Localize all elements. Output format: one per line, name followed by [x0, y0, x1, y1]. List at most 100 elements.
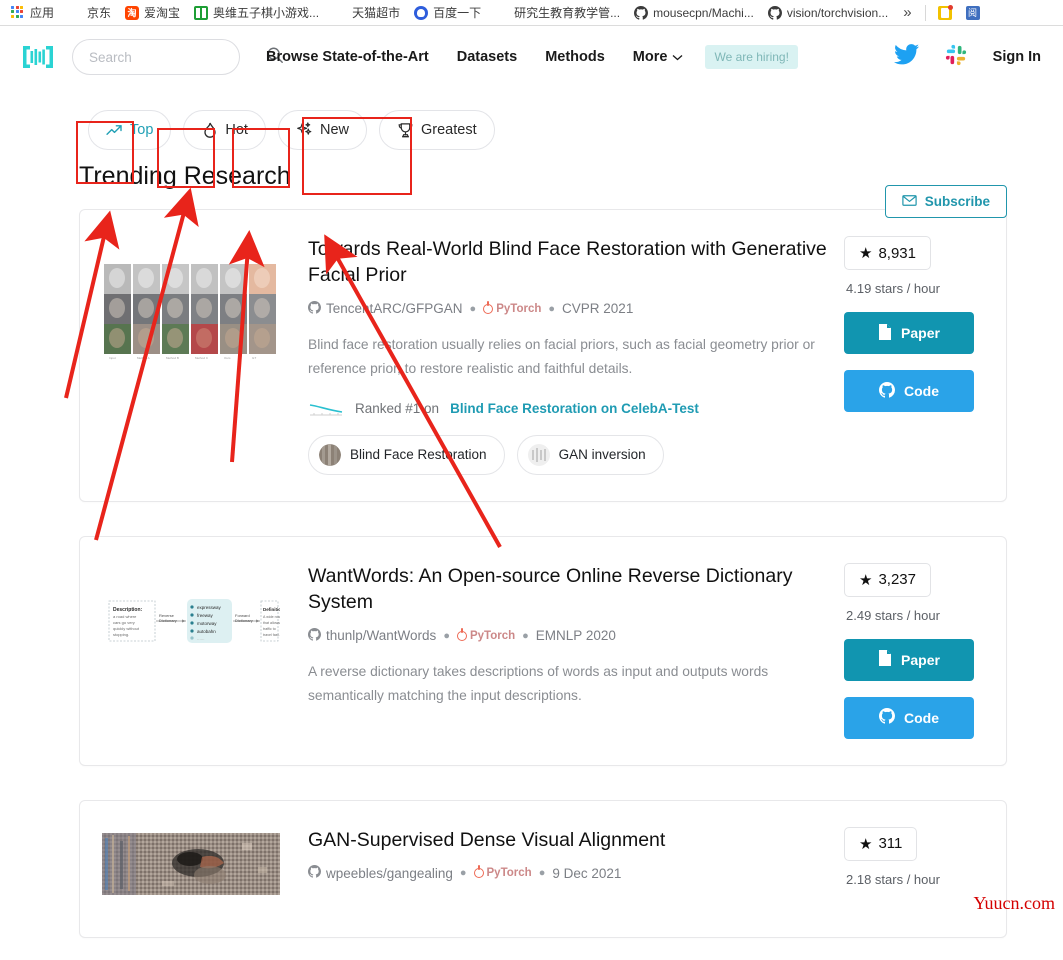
search-input[interactable]: [89, 49, 266, 65]
document-icon: [878, 323, 892, 343]
cn-extension-icon: 阅: [965, 5, 980, 20]
paper-button[interactable]: Paper: [844, 638, 974, 681]
tab-label: Top: [130, 122, 154, 138]
paper-card[interactable]: Input Method A Method B Method C Ours GT Tow…: [79, 209, 1007, 502]
github-icon: [767, 5, 782, 20]
document-icon: [878, 650, 892, 669]
paper-card[interactable]: Description: a road where cars go very q…: [79, 535, 1007, 766]
bookmark-edu[interactable]: 研究生教育教学管...: [488, 2, 627, 23]
tab-hot[interactable]: Hot: [183, 110, 266, 150]
code-button[interactable]: Code: [844, 370, 974, 412]
paper-actions: ★ 3,237 2.49 stars / hour Paper Code: [844, 562, 982, 739]
stars-badge[interactable]: ★ 8,931: [844, 236, 931, 270]
svg-text:Description:: Description:: [113, 607, 143, 613]
slack-icon[interactable]: [945, 44, 967, 71]
bookmark-taobao[interactable]: 淘 爱淘宝: [118, 2, 187, 23]
venue: EMNLP 2020: [535, 628, 616, 644]
twitter-icon[interactable]: [893, 44, 919, 70]
paper-thumbnail: [102, 832, 280, 895]
star-icon: ★: [859, 245, 873, 262]
github-icon: [879, 708, 895, 727]
paper-abstract: A reverse dictionary takes descriptions …: [308, 663, 769, 703]
page-root: 应用 京东 淘 爱淘宝 奥维五子棋小游戏... 天猫超市 百度一下 研究生教育教…: [0, 0, 1063, 960]
filter-tabs: Top Hot New Greatest: [0, 108, 1063, 152]
paper-title[interactable]: WantWords: An Open-source Online Reverse…: [308, 563, 830, 616]
bookmark-label: 爱淘宝: [144, 6, 181, 20]
framework-name: PyTorch: [469, 629, 516, 642]
paper-tags: Blind Face Restoration GAN inversion: [308, 434, 830, 475]
pytorch-icon: [473, 865, 484, 879]
nav-more[interactable]: More: [633, 49, 684, 65]
paper-body: Towards Real-World Blind Face Restoratio…: [308, 236, 844, 475]
meta-separator: ●: [469, 302, 477, 315]
tab-new[interactable]: New: [277, 110, 367, 150]
bookmark-label: vision/torchvision...: [786, 5, 889, 20]
framework-badge: PyTorch: [456, 627, 516, 642]
svg-text:Input: Input: [109, 356, 116, 360]
green-square-icon: [194, 5, 209, 20]
reading-list-button[interactable]: [931, 4, 959, 22]
tab-greatest[interactable]: Greatest: [378, 110, 495, 150]
svg-text:expressway: expressway: [197, 605, 222, 610]
reading-list-icon: [937, 4, 953, 20]
hiring-badge[interactable]: We are hiring!: [705, 45, 798, 69]
bookmark-tmall[interactable]: 天猫超市: [326, 2, 407, 23]
taobao-icon: 淘: [125, 5, 140, 20]
paper-title[interactable]: Towards Real-World Blind Face Restoratio…: [308, 236, 830, 289]
paper-ranking: Ranked #1 on Blind Face Restoration on C…: [308, 401, 830, 417]
repo-link[interactable]: TencentARC/GFPGAN: [308, 300, 463, 317]
flame-icon: [201, 122, 218, 139]
paper-button[interactable]: Paper: [844, 312, 974, 354]
bookmark-apps[interactable]: 应用: [4, 2, 61, 23]
subscribe-button[interactable]: Subscribe: [884, 185, 1007, 218]
repo-link[interactable]: wpeebles/gangealing: [308, 865, 453, 881]
bookmark-mousecpn[interactable]: mousecpn/Machi...: [627, 4, 761, 22]
svg-text:......: ......: [197, 636, 205, 641]
meta-separator: ●: [522, 629, 529, 642]
sign-in-link[interactable]: Sign In: [993, 49, 1041, 65]
stars-badge[interactable]: ★ 311: [844, 826, 918, 861]
rank-benchmark-link[interactable]: Blind Face Restoration on CelebA-Test: [450, 401, 699, 416]
stars-rate: 4.19 stars / hour: [846, 281, 940, 296]
paper-card[interactable]: GAN-Supervised Dense Visual Alignment wp…: [79, 799, 1007, 939]
nav-browse-sota[interactable]: Browse State-of-the-Art: [266, 49, 429, 65]
texture-mosaic-icon: [102, 832, 280, 895]
repo-link[interactable]: thunlp/WantWords: [308, 627, 436, 644]
apps-grid-icon: [11, 5, 25, 20]
framework-badge: PyTorch: [483, 300, 541, 315]
svg-text:Dictionary: Dictionary: [235, 618, 253, 623]
nav-datasets[interactable]: Datasets: [457, 49, 517, 65]
bookmark-gomoku[interactable]: 奥维五子棋小游戏...: [187, 2, 326, 23]
bookmark-label: 天猫超市: [352, 6, 401, 20]
paper-thumbnail: Description: a road where cars go very q…: [102, 590, 280, 651]
trend-up-icon: [106, 122, 123, 139]
tab-label: Hot: [225, 122, 248, 138]
meta-separator: ●: [538, 867, 546, 880]
github-icon: [308, 865, 321, 881]
tab-top[interactable]: Top: [88, 110, 172, 150]
code-button[interactable]: Code: [844, 696, 974, 739]
paper-body: GAN-Supervised Dense Visual Alignment wp…: [308, 827, 844, 897]
bookmarks-overflow-button[interactable]: »: [895, 2, 919, 23]
svg-text:quickly without: quickly without: [113, 626, 140, 631]
github-icon: [308, 300, 321, 317]
stars-badge[interactable]: ★ 3,237: [844, 562, 931, 597]
browser-bookmark-bar: 应用 京东 淘 爱淘宝 奥维五子棋小游戏... 天猫超市 百度一下 研究生教育教…: [0, 0, 1063, 26]
watermark: Yuucn.com: [973, 893, 1055, 913]
paper-meta: thunlp/WantWords ● PyTorch ● EMNLP 2020: [308, 627, 830, 644]
envelope-icon: [902, 194, 917, 209]
nav-methods[interactable]: Methods: [545, 49, 605, 65]
bookmark-jd[interactable]: 京东: [61, 2, 118, 23]
paper-thumbnail: Input Method A Method B Method C Ours GT: [102, 264, 280, 361]
globe-icon: [495, 6, 509, 20]
cn-extension-button[interactable]: 阅: [959, 4, 987, 22]
bookmark-baidu[interactable]: 百度一下: [407, 2, 488, 23]
svg-text:traffic to: traffic to: [263, 627, 276, 631]
nav-label: Browse State-of-the-Art: [266, 49, 429, 65]
paper-title[interactable]: GAN-Supervised Dense Visual Alignment: [308, 827, 830, 853]
tag-gan-inversion[interactable]: GAN inversion: [516, 434, 664, 475]
bookmark-torchvision[interactable]: vision/torchvision...: [761, 4, 895, 22]
tag-blind-face-restoration[interactable]: Blind Face Restoration: [308, 434, 505, 475]
papers-with-code-logo[interactable]: [18, 42, 58, 72]
search-box[interactable]: [72, 39, 283, 75]
